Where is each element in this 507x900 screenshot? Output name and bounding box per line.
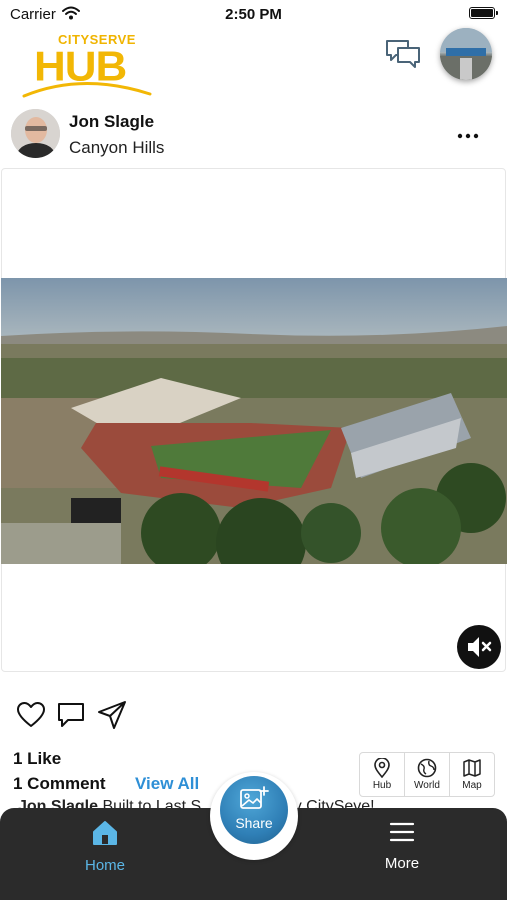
send-arrow-icon — [98, 701, 126, 729]
post-author-name[interactable]: Jon Slagle — [69, 112, 154, 132]
send-button[interactable] — [97, 700, 127, 730]
nav-more-tab[interactable]: More — [372, 820, 432, 880]
like-button[interactable] — [16, 700, 46, 730]
cityserve-hub-logo: CITYSERVE HUB — [22, 30, 154, 100]
view-hub-button[interactable]: Hub — [360, 753, 405, 796]
share-button[interactable]: Share — [220, 776, 288, 844]
post-options-button[interactable] — [452, 126, 484, 146]
speaker-muted-icon — [468, 637, 492, 657]
logo-swoosh-icon — [22, 82, 152, 98]
chat-bubbles-icon — [386, 40, 420, 68]
post-location: Canyon Hills — [69, 138, 165, 157]
comment-bubble-icon — [58, 703, 84, 727]
home-icon — [93, 821, 117, 845]
author-photo — [11, 109, 60, 158]
battery-icon — [469, 7, 498, 19]
nav-home-label: Home — [84, 857, 125, 874]
view-world-label: World — [414, 780, 440, 791]
mute-button[interactable] — [457, 625, 501, 669]
comments-count[interactable]: 1 Comment — [13, 774, 106, 794]
heart-icon — [17, 702, 45, 727]
nav-home-tab[interactable]: Home — [75, 820, 135, 880]
post-video[interactable] — [1, 278, 507, 564]
view-all-comments-link[interactable]: View All — [135, 774, 199, 794]
stadium-aerial-image — [1, 278, 507, 564]
map-icon — [463, 759, 481, 777]
profile-photo — [440, 28, 492, 80]
view-world-button[interactable]: World — [405, 753, 450, 796]
view-map-label: Map — [462, 780, 482, 791]
profile-avatar[interactable] — [440, 28, 492, 80]
messages-button[interactable] — [384, 38, 422, 72]
hamburger-menu-icon — [389, 822, 415, 842]
likes-count[interactable]: 1 Like — [13, 749, 61, 769]
view-hub-label: Hub — [372, 780, 392, 791]
globe-icon — [417, 758, 437, 778]
clock: 2:50 PM — [225, 6, 282, 23]
add-photo-icon — [240, 786, 269, 809]
view-map-button[interactable]: Map — [450, 753, 494, 796]
author-avatar[interactable] — [11, 109, 60, 158]
map-pin-icon — [374, 758, 390, 778]
view-switcher: Hub World Map — [359, 752, 495, 797]
nav-more-label: More — [384, 855, 420, 872]
share-label: Share — [235, 815, 273, 831]
more-dots-icon — [457, 133, 479, 139]
comment-button[interactable] — [56, 700, 86, 730]
status-bar: Carrier 2:50 PM — [0, 0, 507, 28]
